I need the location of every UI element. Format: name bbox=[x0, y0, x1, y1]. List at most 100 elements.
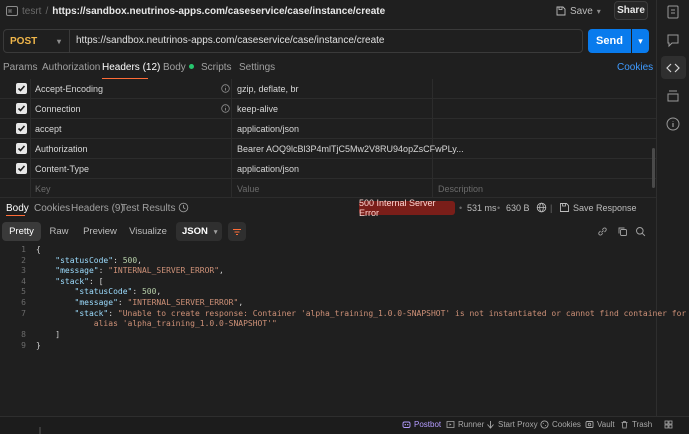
body-indicator-dot bbox=[188, 64, 194, 69]
checkbox[interactable] bbox=[16, 83, 27, 94]
header-value[interactable]: Bearer AOQ9lcBl3P4mlTjC5Mw2V8RU94opZsCFw… bbox=[237, 144, 464, 154]
tab-settings[interactable]: Settings bbox=[239, 62, 275, 73]
response-tab-test-results[interactable]: Test Results bbox=[121, 203, 175, 214]
tab-body[interactable]: Body bbox=[163, 62, 194, 73]
save-response-icon[interactable] bbox=[559, 202, 570, 213]
help-button[interactable] bbox=[664, 420, 676, 429]
view-raw-button[interactable]: Raw bbox=[44, 222, 74, 241]
sidebar-toggle[interactable] bbox=[39, 427, 41, 434]
brace: } bbox=[36, 341, 41, 350]
header-key[interactable]: Content-Type bbox=[35, 164, 89, 174]
table-row: accept application/json bbox=[0, 119, 656, 139]
header-key[interactable]: Connection bbox=[35, 104, 81, 114]
send-options-chevron-icon[interactable]: ▾ bbox=[632, 29, 649, 53]
response-time[interactable]: 531 ms bbox=[467, 203, 497, 213]
header-key[interactable]: accept bbox=[35, 124, 62, 134]
runner-button[interactable]: Runner bbox=[446, 420, 484, 429]
chevron-down-icon[interactable]: ▾ bbox=[597, 7, 601, 16]
pane-divider[interactable] bbox=[0, 197, 656, 198]
code-line: "statusCode": 500, bbox=[74, 287, 162, 296]
tab-params[interactable]: Params bbox=[3, 62, 37, 73]
link-icon[interactable] bbox=[597, 226, 608, 237]
table-row: Connection keep-alive bbox=[0, 99, 656, 119]
meta-separator: | bbox=[550, 203, 553, 213]
method-label: POST bbox=[10, 35, 38, 47]
response-tab-headers[interactable]: Headers (9) bbox=[71, 203, 124, 214]
checkbox[interactable] bbox=[16, 123, 27, 134]
trash-icon bbox=[621, 421, 628, 429]
key-placeholder[interactable]: Key bbox=[35, 184, 51, 194]
postbot-button[interactable]: Postbot bbox=[402, 420, 441, 429]
header-value[interactable]: keep-alive bbox=[237, 104, 278, 114]
trash-label: Trash bbox=[632, 420, 653, 429]
info-icon[interactable] bbox=[221, 84, 230, 93]
tab-scripts[interactable]: Scripts bbox=[201, 62, 232, 73]
related-collections-icon[interactable] bbox=[665, 88, 681, 104]
view-visualize-button[interactable]: Visualize bbox=[126, 222, 170, 241]
meta-separator: • bbox=[459, 203, 463, 213]
request-name[interactable]: tesrt bbox=[22, 6, 41, 17]
header-key[interactable]: Accept-Encoding bbox=[35, 84, 103, 94]
method-select[interactable]: POST ▾ bbox=[4, 30, 70, 52]
start-proxy-button[interactable]: Start Proxy bbox=[486, 420, 538, 429]
response-body-code[interactable]: 1 2 3 4 5 6 7 8 9 { "statusCode": 500, "… bbox=[0, 243, 686, 393]
response-size[interactable]: 630 B bbox=[506, 203, 530, 213]
json-punct: : [ bbox=[88, 277, 104, 286]
url-input[interactable]: https://sandbox.neutrinos-apps.com/cases… bbox=[76, 30, 385, 52]
response-tab-cookies[interactable]: Cookies bbox=[34, 203, 70, 214]
header-value[interactable]: application/json bbox=[237, 124, 299, 134]
code-line: { bbox=[36, 245, 41, 254]
line-number: 9 bbox=[21, 341, 26, 350]
http-icon bbox=[6, 6, 18, 16]
checkbox[interactable] bbox=[16, 103, 27, 114]
chevron-down-icon: ▾ bbox=[56, 36, 61, 46]
description-placeholder[interactable]: Description bbox=[438, 184, 483, 194]
checkbox[interactable] bbox=[16, 163, 27, 174]
checkbox[interactable] bbox=[16, 143, 27, 154]
headers-scrollbar[interactable] bbox=[652, 148, 655, 188]
status-badge[interactable]: 500 Internal Server Error bbox=[359, 198, 455, 218]
start-proxy-label: Start Proxy bbox=[498, 420, 538, 429]
headers-table: Accept-Encoding gzip, deflate, br Connec… bbox=[0, 79, 656, 197]
history-icon[interactable] bbox=[178, 202, 189, 213]
code-snippet-icon[interactable] bbox=[665, 60, 681, 76]
tab-headers[interactable]: Headers (12) bbox=[102, 62, 160, 73]
documentation-icon[interactable] bbox=[665, 4, 681, 20]
json-string-continued: alias 'alpha_training_1.0.0-SNAPSHOT'" bbox=[93, 319, 277, 328]
info-icon[interactable] bbox=[221, 104, 230, 113]
proxy-icon bbox=[487, 421, 494, 429]
cookies-link[interactable]: Cookies bbox=[617, 62, 653, 73]
header-value[interactable]: application/json bbox=[237, 164, 299, 174]
globe-icon[interactable] bbox=[536, 202, 547, 213]
view-preview-button[interactable]: Preview bbox=[80, 222, 120, 241]
header-value[interactable]: gzip, deflate, br bbox=[237, 84, 299, 94]
value-placeholder[interactable]: Value bbox=[237, 184, 259, 194]
vault-button[interactable]: Vault bbox=[585, 420, 615, 429]
format-select[interactable]: JSON ▾ bbox=[176, 222, 222, 241]
brace: { bbox=[36, 245, 41, 254]
trash-button[interactable]: Trash bbox=[620, 420, 652, 429]
search-icon[interactable] bbox=[635, 226, 646, 237]
info-icon[interactable] bbox=[665, 116, 681, 132]
save-response-button[interactable]: Save Response bbox=[573, 203, 637, 213]
copy-icon[interactable] bbox=[617, 226, 628, 237]
code-line: "stack": "Unable to create response: Con… bbox=[74, 309, 687, 318]
tab-authorization[interactable]: Authorization bbox=[42, 62, 100, 73]
json-string: "INTERNAL_SERVER_ERROR" bbox=[127, 298, 239, 307]
cookies-button[interactable]: Cookies bbox=[540, 420, 581, 429]
filter-lines-icon[interactable] bbox=[228, 222, 246, 241]
cookies-label: Cookies bbox=[552, 420, 581, 429]
line-number: 7 bbox=[21, 309, 26, 318]
header-key[interactable]: Authorization bbox=[35, 144, 88, 154]
json-key: "statusCode" bbox=[55, 256, 114, 265]
share-button[interactable]: Share bbox=[614, 1, 648, 20]
save-button[interactable]: Save ▾ bbox=[556, 3, 601, 19]
postbot-icon bbox=[402, 421, 411, 428]
table-row-new: Key Value Description bbox=[0, 179, 656, 199]
response-tab-body[interactable]: Body bbox=[6, 203, 29, 214]
request-tabs: Params Authorization Headers (12) Body S… bbox=[0, 58, 656, 78]
send-button[interactable]: Send bbox=[588, 29, 631, 53]
comments-icon[interactable] bbox=[665, 32, 681, 48]
view-pretty-button[interactable]: Pretty bbox=[2, 222, 41, 241]
json-key: "message" bbox=[55, 266, 99, 275]
